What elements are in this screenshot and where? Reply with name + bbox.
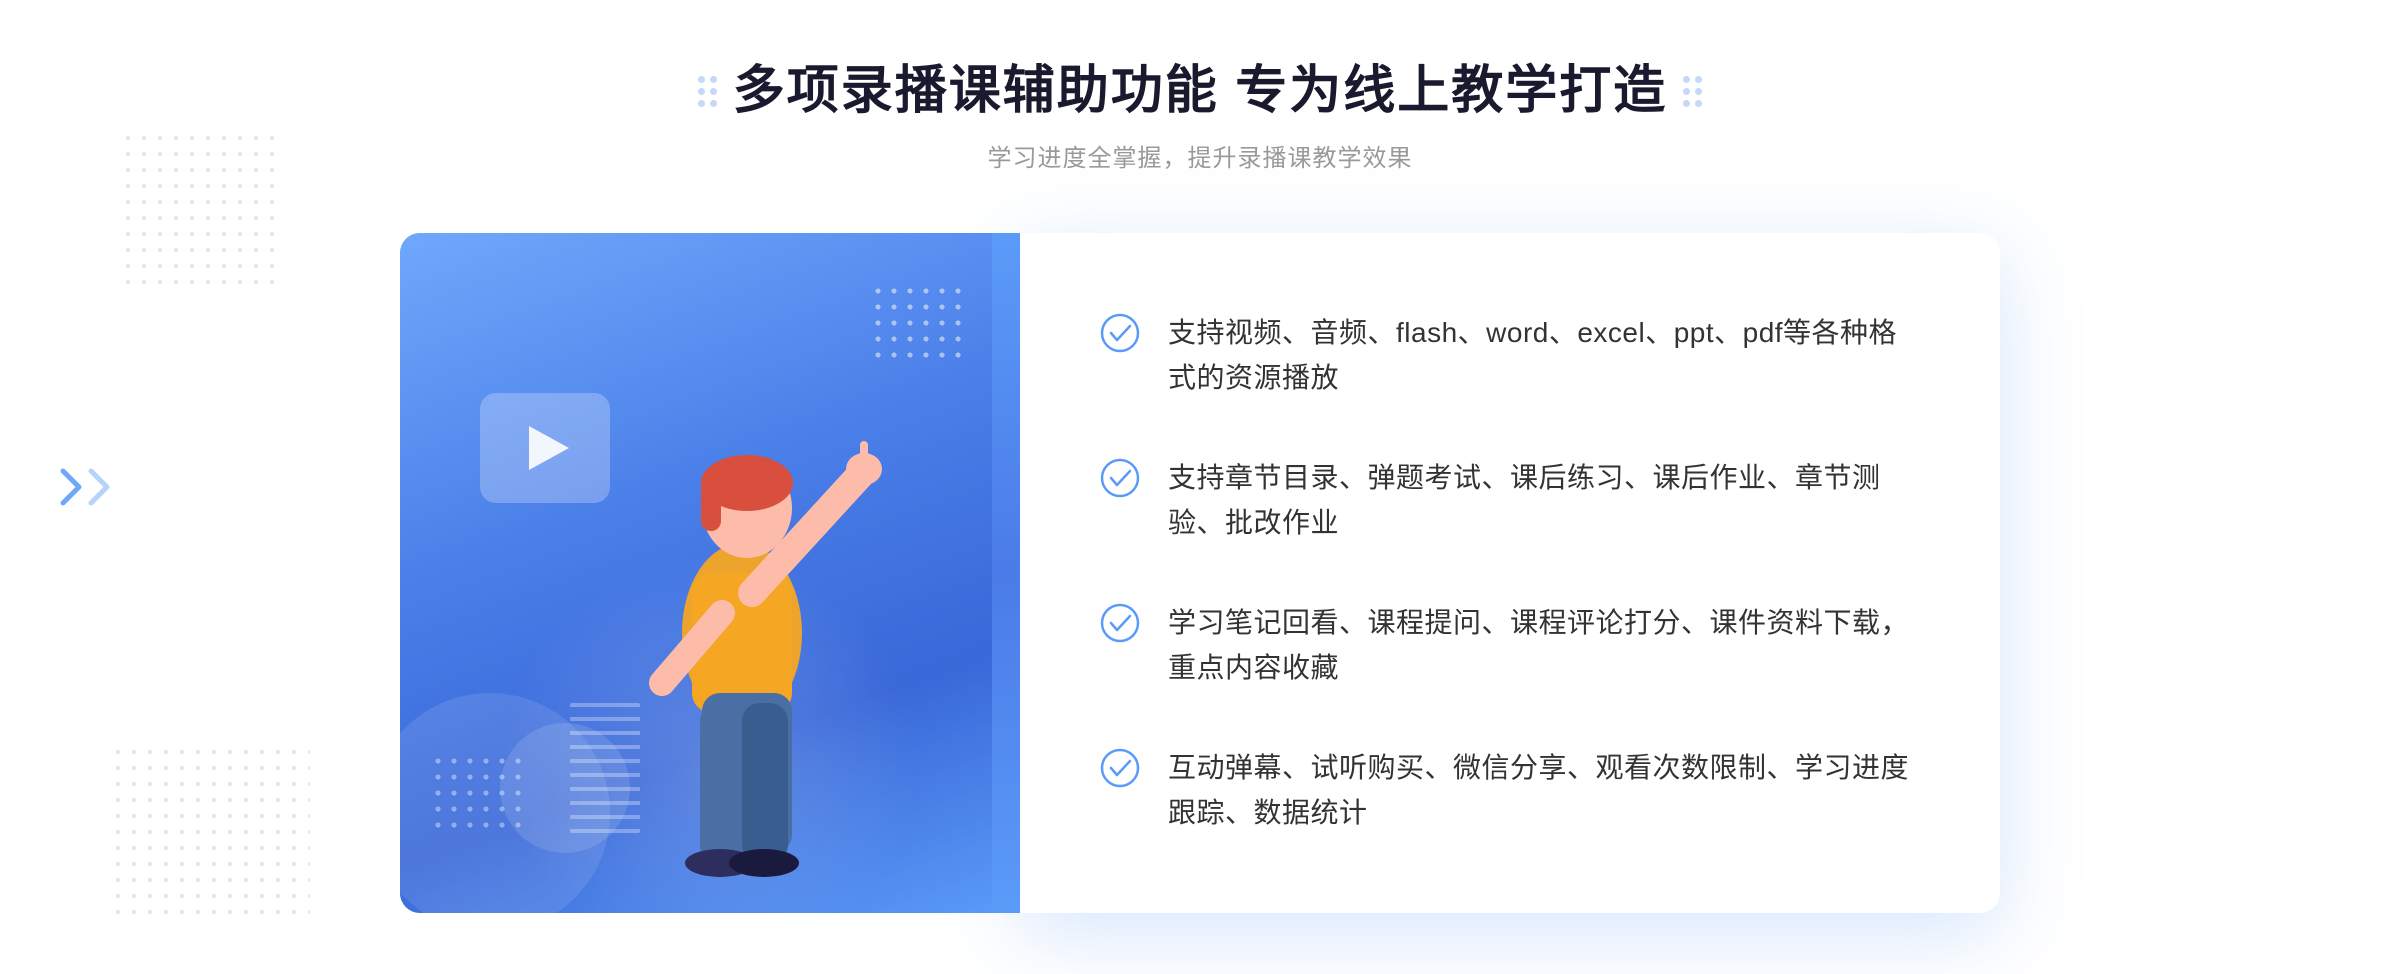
feature-text-4: 互动弹幕、试听购买、微信分享、观看次数限制、学习进度跟踪、数据统计 [1168,746,1920,836]
check-circle-icon-1 [1100,313,1140,353]
feature-item-2: 支持章节目录、弹题考试、课后练习、课后作业、章节测验、批改作业 [1100,436,1920,566]
subtitle-text: 学习进度全掌握，提升录播课教学效果 [682,138,1718,173]
play-icon [529,426,569,470]
page-wrapper: 多项录播课辅助功能 专为线上教学打造 学习进度全掌握，提升录播课教学效果 [0,0,2400,974]
feature-item-3: 学习笔记回看、课程提问、课程评论打分、课件资料下载，重点内容收藏 [1100,581,1920,711]
check-circle-icon-4 [1100,748,1140,788]
content-area: 支持视频、音频、flash、word、excel、ppt、pdf等各种格式的资源… [400,233,2000,913]
bg-dots-bottom-left [110,744,310,924]
check-circle-icon-2 [1100,458,1140,498]
feature-text-1: 支持视频、音频、flash、word、excel、ppt、pdf等各种格式的资源… [1168,311,1920,401]
feature-text-3: 学习笔记回看、课程提问、课程评论打分、课件资料下载，重点内容收藏 [1168,601,1920,691]
page-chevron-left [55,463,115,511]
feature-item-4: 互动弹幕、试听购买、微信分享、观看次数限制、学习进度跟踪、数据统计 [1100,726,1920,856]
header-sep-dots-right [1683,76,1702,107]
features-card: 支持视频、音频、flash、word、excel、ppt、pdf等各种格式的资源… [1020,233,2000,913]
title-text: 多项录播课辅助功能 专为线上教学打造 [733,60,1667,122]
bg-dots-top-left [120,130,280,290]
feature-text-2: 支持章节目录、弹题考试、课后练习、课后作业、章节测验、批改作业 [1168,456,1920,546]
illus-inner-dots-top [870,283,970,363]
main-title: 多项录播课辅助功能 专为线上教学打造 [682,60,1718,122]
header-sep-dots-left [698,76,717,107]
illustration-card [400,233,1020,913]
blue-separator-strip [992,233,1020,913]
header-section: 多项录播课辅助功能 专为线上教学打造 学习进度全掌握，提升录播课教学效果 [682,60,1718,173]
deco-stripes [570,703,640,833]
feature-item-1: 支持视频、音频、flash、word、excel、ppt、pdf等各种格式的资源… [1100,291,1920,421]
check-circle-icon-3 [1100,603,1140,643]
